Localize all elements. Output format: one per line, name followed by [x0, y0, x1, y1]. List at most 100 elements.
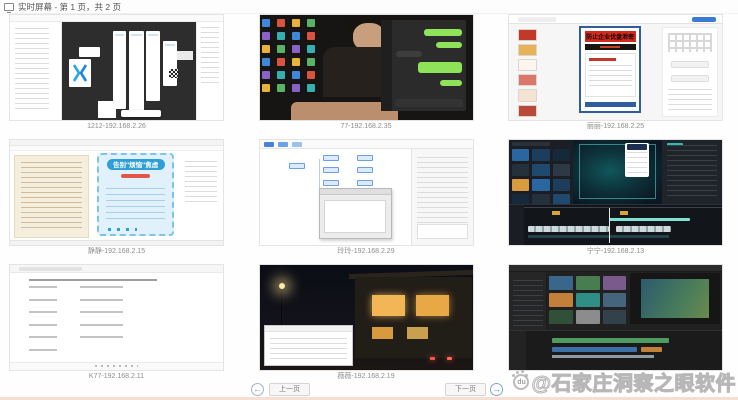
mini-lamp-pole [281, 286, 282, 328]
mini-toolbar [509, 265, 722, 272]
mini-timeline [509, 204, 722, 245]
mini-artboard [146, 31, 159, 102]
mini-chat-bubble-gray [396, 51, 422, 57]
screen-cell-8: 薇薇-192.168.2.19 [260, 265, 473, 383]
mini-template-rail [518, 29, 537, 117]
mini-browser-tab [518, 17, 556, 22]
mini-flow-node [357, 180, 373, 186]
mini-artboard [163, 41, 178, 86]
mini-left-panel [10, 22, 62, 120]
mini-lit-window [407, 327, 428, 338]
mini-marker [620, 211, 628, 215]
screen-thumbnail-weiwei[interactable] [260, 265, 473, 370]
mini-timeline [509, 330, 722, 370]
prev-page-arrow-icon[interactable]: ← [251, 383, 264, 396]
screen-caption: 薇薇-192.168.2.19 [260, 370, 473, 383]
next-page-button[interactable]: 下一页 [445, 383, 486, 396]
mini-flow-node [323, 155, 339, 161]
screen-caption: 玲玲-192.168.2.29 [260, 245, 473, 258]
mini-chat-input [395, 99, 463, 107]
mini-page-text [21, 162, 82, 230]
mini-artboard [113, 31, 126, 109]
screen-cell-7: K77-192.168.2.11 [10, 265, 223, 383]
mini-note-title: 告别″烦恼″焦虑 [107, 159, 165, 171]
mini-chat-bubble [436, 42, 462, 48]
mini-chat-bubble [440, 80, 462, 86]
pagination-bar: ← 上一页 下一页 → [0, 383, 738, 397]
mini-filmstrip-clip [528, 226, 609, 232]
mini-house [355, 277, 472, 359]
mini-dialog-titlebar [320, 189, 390, 195]
screen-caption: 丽丽-192.168.2.25 [509, 120, 722, 133]
mini-status-bar [10, 240, 223, 245]
screens-grid: 1212-192.168.2.26 [10, 15, 722, 390]
mini-beige-page [14, 155, 89, 238]
screen-thumbnail-1212[interactable] [10, 15, 223, 120]
mini-canvas [62, 22, 196, 120]
mini-poster-subbar [585, 44, 636, 50]
screen-cell-4: 告别″烦恼″焦虑 静静-192.168.2.15 [10, 140, 223, 258]
mini-track-labels [509, 205, 524, 245]
mini-preview [573, 140, 662, 204]
screen-thumbnail-lili[interactable]: 防止企业优盘泄密 [509, 15, 722, 120]
mini-toolbar-chip [278, 142, 288, 147]
mini-white-window [264, 325, 353, 366]
mini-dialog-body [324, 200, 386, 233]
mini-window-titlebar [265, 326, 352, 332]
mini-flow-node [357, 167, 373, 173]
mini-blue-clip [552, 347, 637, 352]
mini-floating-toolbar [121, 110, 161, 117]
mini-audio-track [528, 235, 669, 238]
mini-bottom-icons [95, 365, 138, 367]
mini-body-text [589, 65, 632, 86]
mini-note-dots [108, 228, 137, 231]
mini-artboard [129, 31, 144, 115]
mini-side-text [185, 161, 217, 203]
mini-phone-card [625, 143, 649, 178]
screen-thumbnail-lingling[interactable] [260, 140, 473, 245]
mini-small-window [98, 101, 115, 118]
mini-table-cell [29, 349, 57, 351]
mini-phone-text [627, 152, 647, 173]
mini-lit-window [416, 295, 449, 316]
mini-properties [201, 27, 219, 87]
mini-phone-header [627, 144, 647, 150]
mini-toolbar [10, 15, 223, 22]
mini-table-cell [80, 324, 123, 326]
mini-street-lamp [279, 283, 285, 289]
screen-caption: 宁宁-192.168.2.13 [509, 245, 722, 258]
mini-filmstrip-clip [616, 226, 671, 232]
mini-settings-panel [662, 27, 717, 117]
prev-page-button[interactable]: 上一页 [269, 383, 310, 396]
mini-table-cell [29, 286, 57, 288]
screen-thumbnail-k77[interactable] [10, 265, 223, 370]
next-page-arrow-icon[interactable]: → [490, 383, 503, 396]
mini-ruler [524, 207, 722, 208]
mini-table-header [29, 279, 157, 281]
mini-lit-window [372, 295, 405, 316]
mini-frames [169, 51, 193, 60]
mini-green-clip [552, 338, 669, 343]
screen-cell-5: 玲玲-192.168.2.29 [260, 140, 473, 258]
mini-table-cell [80, 299, 123, 301]
mini-media-tabs [512, 142, 550, 146]
mini-toolbar [10, 146, 223, 151]
screen-thumbnail-ningning[interactable] [509, 140, 722, 245]
mini-flow-node [357, 155, 373, 161]
mini-car-taillight [447, 357, 452, 360]
screen-thumbnail-jingjing[interactable]: 告别″烦恼″焦虑 [10, 140, 223, 245]
mini-poster-banner: 防止企业优盘泄密 [585, 31, 636, 42]
mini-flow-node [289, 163, 305, 169]
mini-window-text [270, 338, 347, 359]
screen-cell-9 [509, 265, 722, 383]
screen-thumbnail-9[interactable] [509, 265, 722, 370]
screen-thumbnail-77[interactable] [260, 15, 473, 120]
mini-tabs [19, 267, 83, 271]
mini-props-text [667, 145, 717, 196]
mini-flow-node [323, 180, 339, 186]
mini-toolbar-chip [292, 142, 302, 147]
mini-teal-clip [609, 218, 690, 222]
screen-caption: K77-192.168.2.11 [10, 370, 223, 383]
screen-cell-3: 防止企业优盘泄密 丽丽-192. [509, 15, 722, 133]
mini-table-cell [80, 311, 123, 313]
